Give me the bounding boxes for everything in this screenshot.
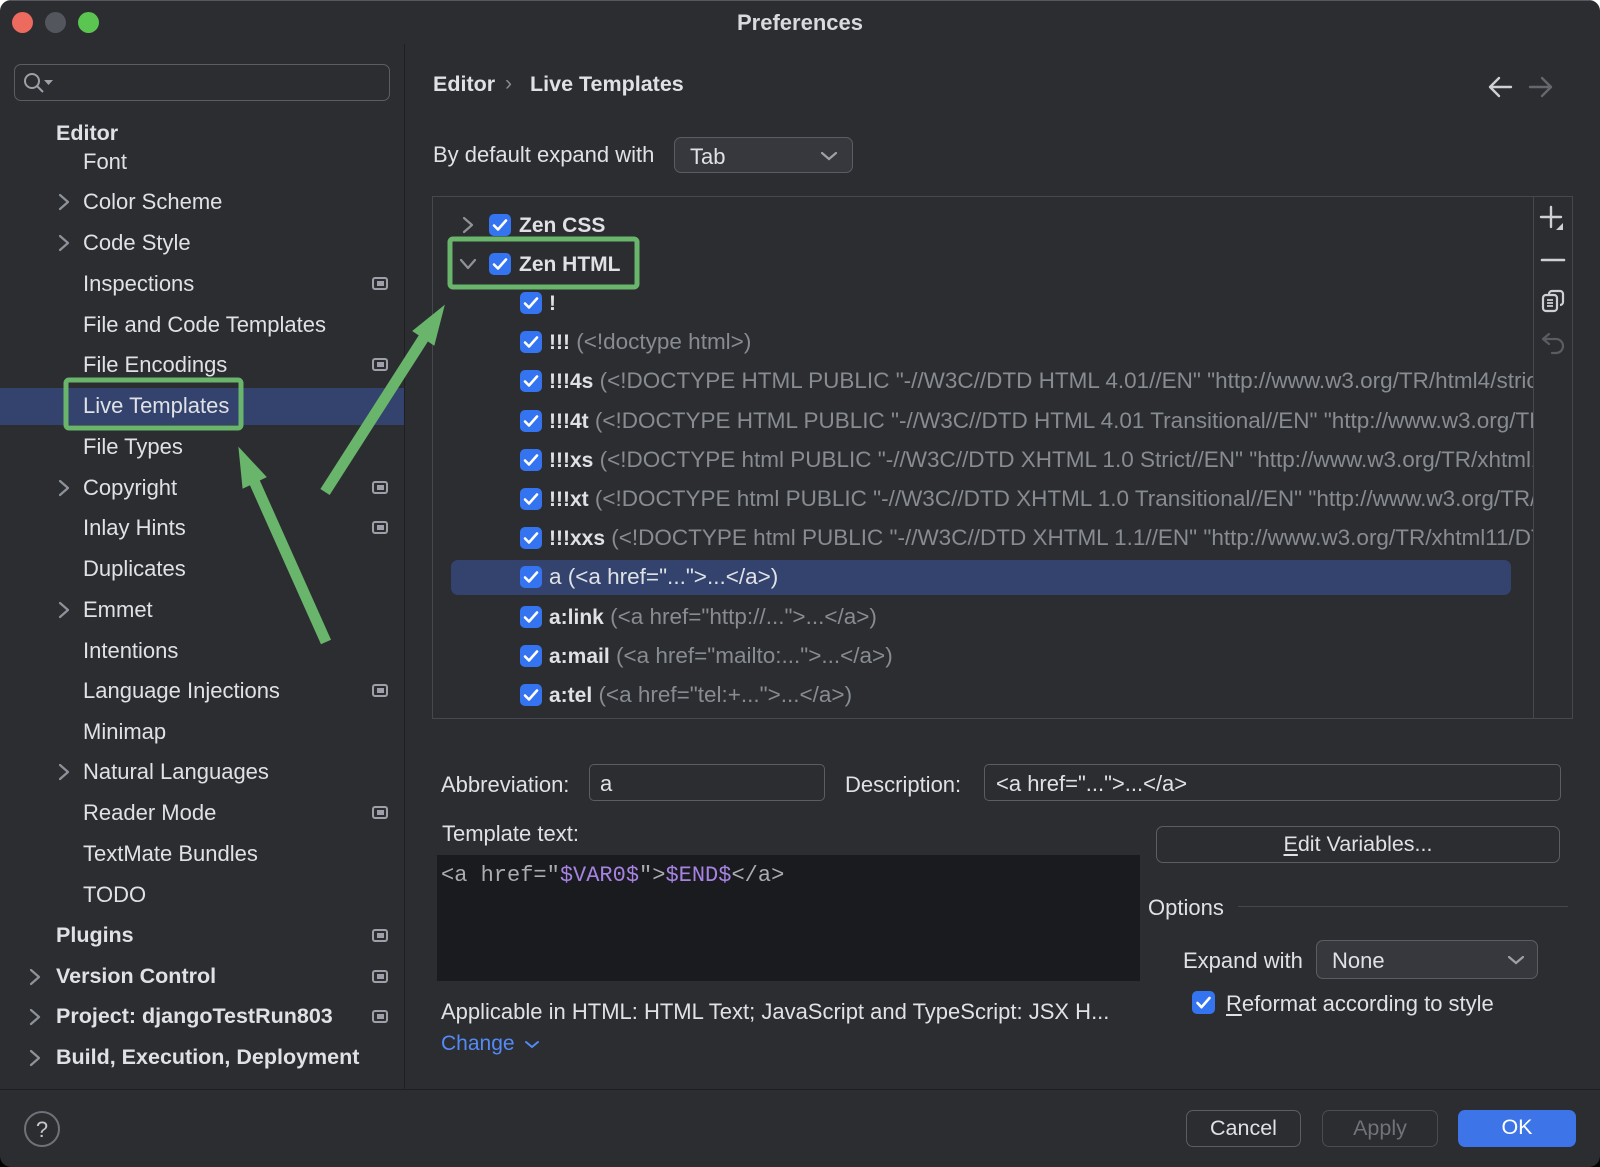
svg-text:?: ? bbox=[36, 1117, 48, 1142]
